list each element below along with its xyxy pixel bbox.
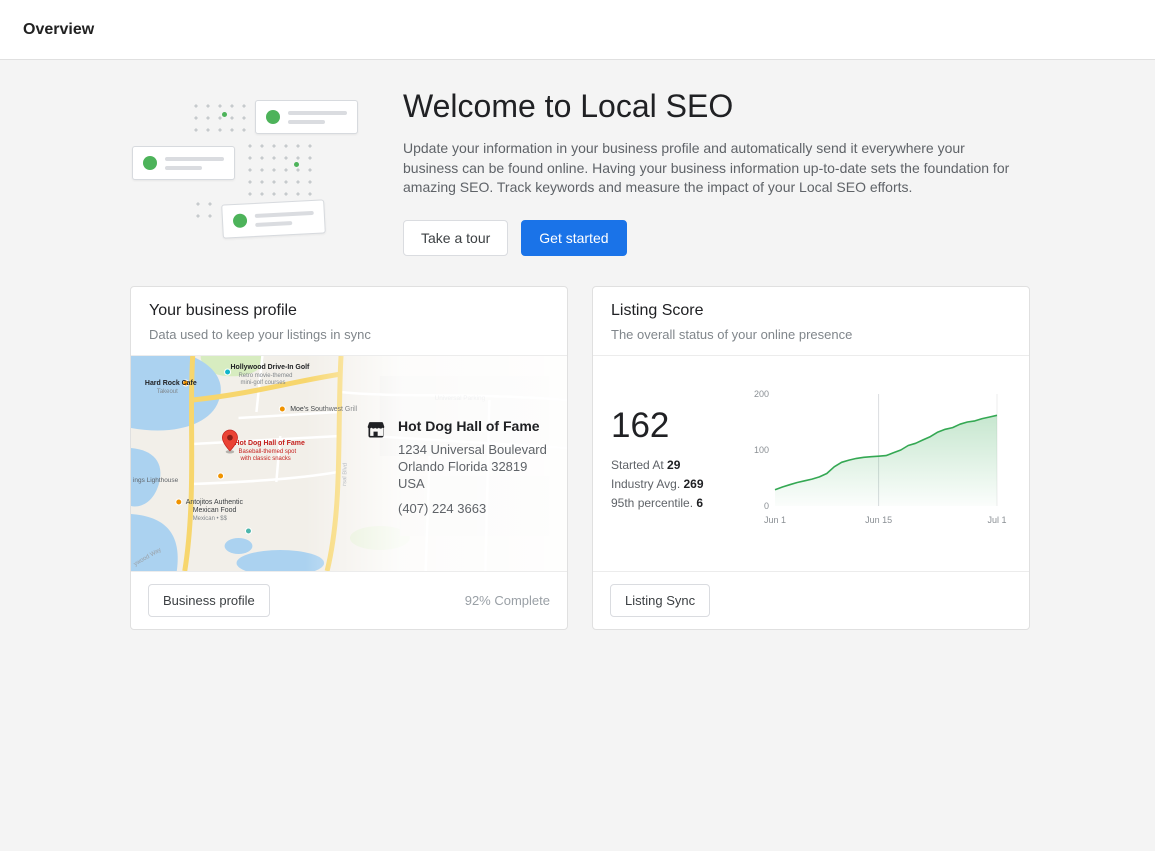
stat-label: Started At: [611, 458, 664, 472]
business-profile-card: Your business profile Data used to keep …: [130, 286, 568, 630]
green-circle-icon: [266, 110, 280, 124]
listing-card-illustration: [221, 199, 326, 238]
listing-card-subtitle: The overall status of your online presen…: [611, 327, 1011, 342]
green-dot: [222, 112, 227, 117]
svg-text:Jun 15: Jun 15: [865, 515, 892, 525]
completion-status: 92% Complete: [465, 593, 550, 608]
hero-section: Welcome to Local SEO Update your informa…: [130, 88, 1030, 256]
text-line: [288, 120, 325, 124]
stat-label: 95th percentile.: [611, 496, 693, 510]
business-card-subtitle: Data used to keep your listings in sync: [149, 327, 549, 342]
stat-value: 6: [696, 496, 703, 510]
business-name: Hot Dog Hall of Fame: [398, 418, 547, 434]
text-line: [165, 166, 202, 170]
listing-sync-button[interactable]: Listing Sync: [610, 584, 710, 617]
green-dot: [294, 162, 299, 167]
business-info: Hot Dog Hall of Fame 1234 Universal Boul…: [366, 418, 547, 517]
map[interactable]: Hollywood Drive-In GolfRetro movie-theme…: [131, 356, 567, 571]
stat-industry-avg: Industry Avg. 269: [611, 477, 739, 491]
text-line: [165, 157, 224, 161]
business-card-body: Hollywood Drive-In GolfRetro movie-theme…: [131, 356, 567, 571]
svg-text:100: 100: [754, 445, 769, 455]
hero-buttons: Take a tour Get started: [403, 220, 1030, 256]
hero-title: Welcome to Local SEO: [403, 88, 1030, 125]
business-card-title: Your business profile: [149, 302, 549, 320]
green-circle-icon: [143, 156, 157, 170]
listing-card-illustration: [132, 146, 235, 180]
main-content: Welcome to Local SEO Update your informa…: [0, 60, 1030, 670]
business-address-line3: USA: [398, 475, 547, 492]
business-address-line1: 1234 Universal Boulevard: [398, 441, 547, 458]
svg-text:0: 0: [764, 501, 769, 511]
topbar: Overview: [0, 0, 1155, 60]
dot-grid: [192, 198, 218, 224]
stat-95th-percentile: 95th percentile. 6: [611, 496, 739, 510]
listing-score-card: Listing Score The overall status of your…: [592, 286, 1030, 630]
business-card-footer: Business profile 92% Complete: [131, 571, 567, 629]
listing-card-footer: Listing Sync: [593, 571, 1029, 629]
business-address-line2: Orlando Florida 32819: [398, 458, 547, 475]
text-line: [255, 210, 314, 217]
hero-description: Update your information in your business…: [403, 139, 1021, 198]
stat-label: Industry Avg.: [611, 477, 680, 491]
listing-card-body: 162 Started At 29 Industry Avg. 269 95th…: [593, 356, 1029, 571]
listing-score-value: 162: [611, 406, 739, 446]
green-circle-icon: [233, 213, 248, 228]
get-started-button[interactable]: Get started: [521, 220, 626, 256]
stat-value: 29: [667, 458, 680, 472]
page-title: Overview: [23, 21, 94, 39]
business-card-header: Your business profile Data used to keep …: [131, 287, 567, 356]
score-body: 162 Started At 29 Industry Avg. 269 95th…: [593, 356, 1029, 571]
business-details: Hot Dog Hall of Fame 1234 Universal Boul…: [398, 418, 547, 517]
svg-text:Jul 1: Jul 1: [987, 515, 1006, 525]
listing-card-header: Listing Score The overall status of your…: [593, 287, 1029, 356]
business-phone: (407) 224 3663: [398, 500, 547, 517]
score-summary: 162 Started At 29 Industry Avg. 269 95th…: [611, 380, 739, 571]
listing-score-chart: 0 100 200 Jun 1 Jun 15 Jul 1: [745, 380, 1013, 571]
storefront-icon: [366, 418, 386, 517]
text-line: [288, 111, 347, 115]
hero-text: Welcome to Local SEO Update your informa…: [403, 88, 1030, 256]
dot-grid: [244, 140, 314, 196]
dot-grid: [190, 100, 252, 134]
stat-started-at: Started At 29: [611, 458, 739, 472]
business-profile-button[interactable]: Business profile: [148, 584, 270, 617]
chart-area-fill: [775, 415, 997, 506]
svg-text:Jun 1: Jun 1: [764, 515, 786, 525]
text-line: [255, 221, 292, 227]
cards-row: Your business profile Data used to keep …: [130, 286, 1030, 670]
x-axis-labels: Jun 1 Jun 15 Jul 1: [764, 515, 1007, 525]
take-tour-button[interactable]: Take a tour: [403, 220, 508, 256]
y-axis-labels: 0 100 200: [754, 389, 769, 511]
hero-illustration: [130, 96, 383, 246]
stat-value: 269: [684, 477, 704, 491]
listing-card-illustration: [255, 100, 358, 134]
listing-card-title: Listing Score: [611, 302, 1011, 320]
svg-text:200: 200: [754, 389, 769, 399]
score-chart-svg: 0 100 200 Jun 1 Jun 15 Jul 1: [745, 384, 1011, 544]
